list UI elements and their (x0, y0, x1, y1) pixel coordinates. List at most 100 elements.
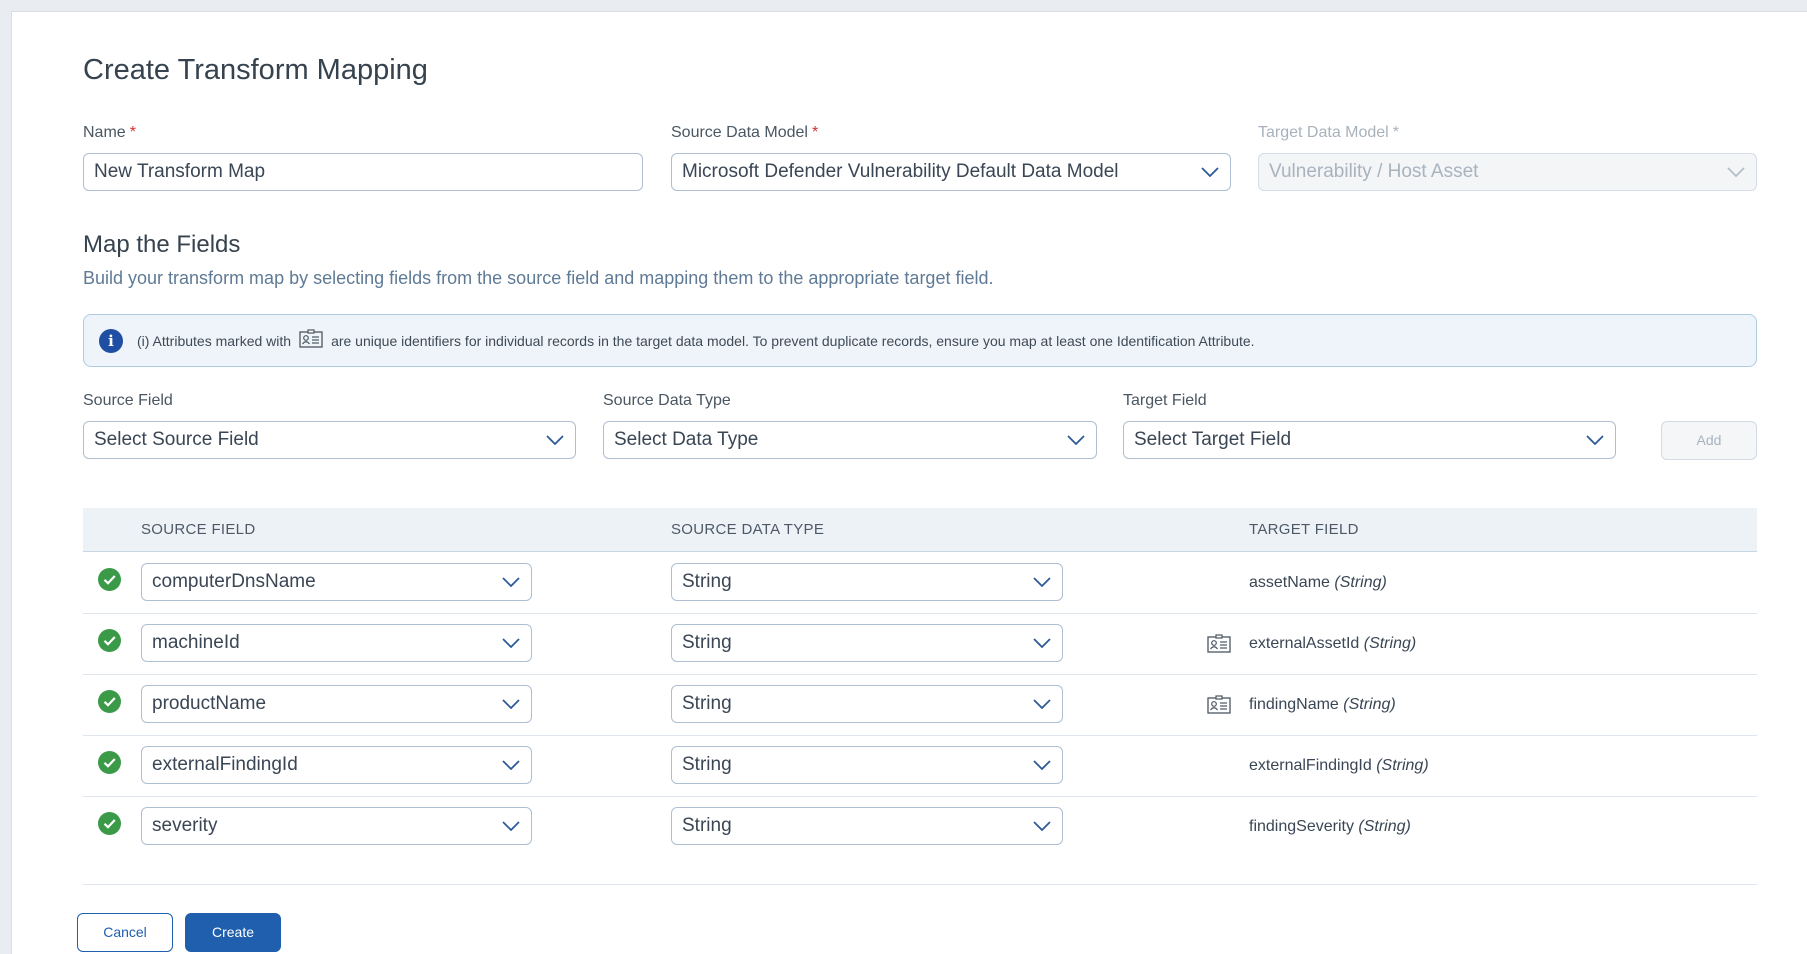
row-data-type-select[interactable]: String (671, 685, 1063, 723)
map-fields-description: Build your transform map by selecting fi… (83, 268, 994, 288)
chevron-down-icon (1201, 167, 1219, 177)
create-button[interactable]: Create (185, 913, 281, 952)
row-target-field: findingSeverity (String) (1249, 818, 1411, 836)
row-data-type-select[interactable]: String (671, 807, 1063, 845)
column-header-target-field: TARGET FIELD (1249, 521, 1359, 538)
row-target-field: findingName (String) (1249, 696, 1396, 714)
name-input[interactable]: New Transform Map (83, 153, 643, 191)
target-data-model-value: Vulnerability / Host Asset (1269, 161, 1479, 182)
source-data-model-value: Microsoft Defender Vulnerability Default… (682, 161, 1119, 182)
chevron-down-icon (1033, 577, 1051, 587)
table-row: machineId String externalAssetId (String… (83, 614, 1757, 675)
table-row: computerDnsName String assetName (String… (83, 553, 1757, 614)
create-transform-mapping-panel: Create Transform Mapping Name * New Trans… (11, 11, 1807, 954)
source-data-type-placeholder: Select Data Type (614, 429, 759, 450)
row-target-field: externalAssetId (String) (1249, 635, 1416, 653)
row-target-field: assetName (String) (1249, 574, 1387, 592)
chevron-down-icon (1067, 435, 1085, 445)
info-text: (i) Attributes marked with are unique ide… (137, 329, 1255, 352)
row-source-field-value: severity (152, 815, 218, 836)
mapping-table-header: SOURCE FIELD SOURCE DATA TYPE TARGET FIE… (83, 508, 1757, 552)
chevron-down-icon (502, 577, 520, 587)
chevron-down-icon (1033, 699, 1051, 709)
table-row: productName String findingName (String) (83, 675, 1757, 736)
target-field-label: Target Field (1123, 392, 1207, 409)
source-data-type-label: Source Data Type (603, 392, 731, 409)
row-data-type-value: String (682, 815, 732, 836)
cancel-button[interactable]: Cancel (77, 913, 173, 952)
target-field-placeholder: Select Target Field (1134, 429, 1292, 450)
name-label: Name * (83, 124, 136, 142)
chevron-down-icon (546, 435, 564, 445)
row-source-field-value: machineId (152, 632, 240, 653)
row-source-field-select[interactable]: externalFindingId (141, 746, 532, 784)
row-target-field-type: (String) (1343, 696, 1396, 713)
add-mapping-button[interactable]: Add (1661, 421, 1757, 460)
source-field-label: Source Field (83, 392, 173, 409)
check-circle-icon (98, 690, 121, 713)
id-card-icon (299, 329, 323, 352)
chevron-down-icon (1033, 821, 1051, 831)
chevron-down-icon (1727, 167, 1745, 177)
check-circle-icon (98, 812, 121, 835)
info-text-end: are unique identifiers for individual re… (331, 333, 1255, 350)
column-header-source-field: SOURCE FIELD (141, 521, 256, 538)
row-target-field-name: externalFindingId (1249, 757, 1372, 774)
row-target-field-type: (String) (1334, 574, 1387, 591)
row-target-field-type: (String) (1363, 635, 1417, 652)
row-target-field-name: findingName (1249, 696, 1339, 713)
target-data-model-select: Vulnerability / Host Asset (1258, 153, 1757, 191)
row-data-type-value: String (682, 693, 732, 714)
chevron-down-icon (502, 699, 520, 709)
row-target-field-name: externalAssetId (1249, 635, 1360, 652)
table-row: severity String findingSeverity (String) (83, 797, 1757, 885)
target-data-model-label: Target Data Model * (1258, 124, 1399, 142)
row-data-type-value: String (682, 754, 732, 775)
name-input-value: New Transform Map (94, 161, 266, 182)
required-marker: * (811, 124, 819, 141)
map-fields-title: Map the Fields (83, 231, 241, 258)
row-data-type-select[interactable]: String (671, 746, 1063, 784)
row-target-field-name: assetName (1249, 574, 1330, 591)
column-header-source-data-type: SOURCE DATA TYPE (671, 521, 825, 538)
source-field-select[interactable]: Select Source Field (83, 421, 576, 459)
info-icon: i (99, 329, 123, 353)
row-data-type-select[interactable]: String (671, 624, 1063, 662)
info-text-start: (i) Attributes marked with (137, 333, 292, 350)
row-target-field-type: (String) (1376, 757, 1429, 774)
row-source-field-select[interactable]: computerDnsName (141, 563, 532, 601)
row-source-field-value: externalFindingId (152, 754, 298, 775)
chevron-down-icon (1033, 760, 1051, 770)
row-target-field-type: (String) (1358, 818, 1411, 835)
check-circle-icon (98, 568, 121, 591)
required-marker: * (1392, 124, 1399, 141)
source-data-model-select[interactable]: Microsoft Defender Vulnerability Default… (671, 153, 1231, 191)
chevron-down-icon (502, 638, 520, 648)
row-source-field-value: productName (152, 693, 267, 714)
source-field-placeholder: Select Source Field (94, 429, 259, 450)
source-data-model-label-text: Source Data Model (671, 124, 808, 141)
source-data-type-select[interactable]: Select Data Type (603, 421, 1097, 459)
row-data-type-value: String (682, 632, 732, 653)
name-label-text: Name (83, 124, 126, 141)
page-title: Create Transform Mapping (83, 54, 428, 86)
table-row: externalFindingId String externalFinding… (83, 736, 1757, 797)
row-source-field-select[interactable]: productName (141, 685, 532, 723)
required-marker: * (129, 124, 136, 141)
chevron-down-icon (502, 760, 520, 770)
row-source-field-select[interactable]: machineId (141, 624, 532, 662)
chevron-down-icon (1586, 435, 1604, 445)
row-data-type-select[interactable]: String (671, 563, 1063, 601)
chevron-down-icon (1033, 638, 1051, 648)
id-card-icon (1207, 634, 1231, 654)
target-data-model-label-text: Target Data Model (1258, 124, 1389, 141)
target-field-select[interactable]: Select Target Field (1123, 421, 1616, 459)
row-target-field: externalFindingId (String) (1249, 757, 1429, 775)
row-source-field-select[interactable]: severity (141, 807, 532, 845)
id-card-icon (1207, 695, 1231, 715)
source-data-model-label: Source Data Model * (671, 124, 818, 142)
row-source-field-value: computerDnsName (152, 571, 316, 592)
identifier-info-banner: i (i) Attributes marked with are unique i… (83, 314, 1757, 367)
row-data-type-value: String (682, 571, 732, 592)
check-circle-icon (98, 629, 121, 652)
